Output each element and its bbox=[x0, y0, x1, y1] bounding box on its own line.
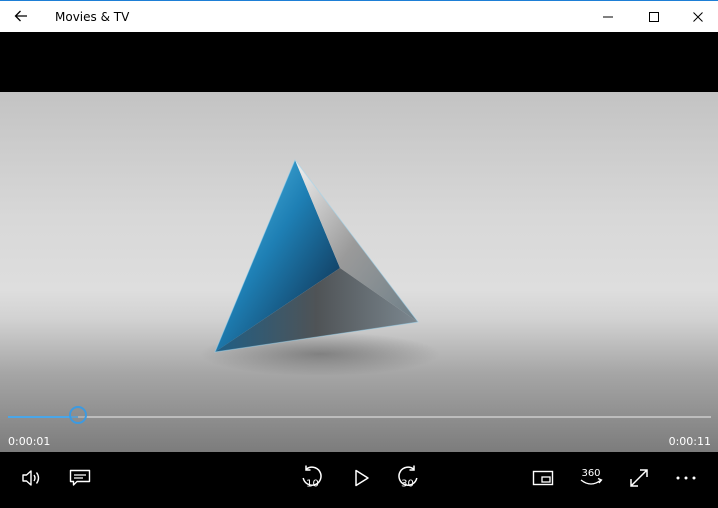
minimize-button[interactable] bbox=[585, 1, 631, 32]
captions-icon bbox=[69, 469, 91, 486]
skip-back-button[interactable]: 10 bbox=[292, 458, 332, 498]
skip-back-10-icon: 10 bbox=[302, 465, 322, 490]
maximize-icon bbox=[649, 11, 659, 22]
more-options-icon bbox=[676, 476, 696, 480]
fullscreen-icon bbox=[630, 469, 648, 487]
back-arrow-icon bbox=[14, 10, 27, 22]
seek-thumb[interactable] bbox=[69, 406, 87, 424]
skip-forward-30-icon: 30 bbox=[398, 465, 418, 490]
current-time: 0:00:01 bbox=[8, 435, 51, 448]
back-button[interactable] bbox=[8, 3, 34, 29]
minimize-icon bbox=[603, 16, 613, 17]
360-video-icon: 360 bbox=[580, 468, 603, 485]
volume-button[interactable] bbox=[12, 458, 52, 498]
fullscreen-button[interactable] bbox=[619, 458, 659, 498]
video-frame[interactable] bbox=[0, 92, 718, 452]
control-bar: 10 30 360 bbox=[0, 452, 718, 508]
seek-bar[interactable] bbox=[8, 406, 711, 424]
captions-button[interactable] bbox=[60, 458, 100, 498]
maximize-button[interactable] bbox=[631, 1, 677, 32]
seek-track[interactable] bbox=[8, 416, 711, 418]
seek-progress bbox=[8, 416, 78, 418]
skip-back-label: 10 bbox=[306, 479, 319, 490]
skip-forward-label: 30 bbox=[401, 479, 414, 490]
volume-icon bbox=[22, 470, 40, 486]
vr-360-button[interactable]: 360 bbox=[571, 458, 611, 498]
skip-forward-button[interactable]: 30 bbox=[388, 458, 428, 498]
play-icon bbox=[355, 469, 369, 487]
more-options-button[interactable] bbox=[666, 458, 706, 498]
vr-label: 360 bbox=[581, 468, 600, 479]
mini-view-button[interactable] bbox=[523, 458, 563, 498]
app-title: Movies & TV bbox=[55, 10, 130, 24]
play-button[interactable] bbox=[341, 458, 381, 498]
close-button[interactable] bbox=[677, 1, 718, 32]
title-bar: Movies & TV bbox=[0, 0, 718, 32]
video-scene bbox=[200, 159, 440, 376]
close-icon bbox=[692, 11, 703, 22]
total-time: 0:00:11 bbox=[668, 435, 711, 448]
letterbox-top bbox=[0, 32, 718, 92]
mini-view-icon bbox=[532, 470, 554, 486]
